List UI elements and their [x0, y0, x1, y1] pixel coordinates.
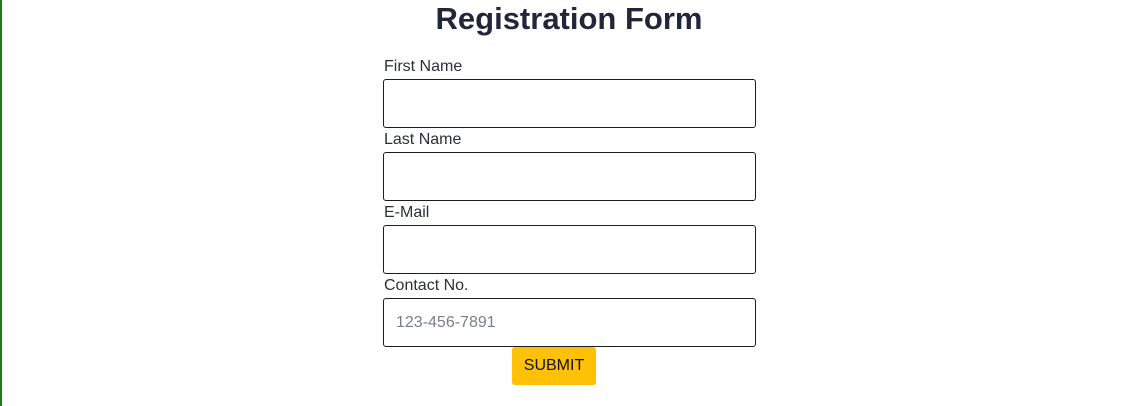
first-name-group: First Name	[383, 56, 756, 129]
last-name-label: Last Name	[384, 131, 462, 148]
registration-form: First Name Last Name E-Mail Contact No.	[383, 56, 756, 348]
email-group: E-Mail	[383, 202, 756, 275]
first-name-label: First Name	[384, 58, 463, 75]
email-label: E-Mail	[384, 204, 430, 221]
first-name-input[interactable]	[383, 79, 756, 128]
page-title: Registration Form	[435, 1, 703, 36]
submit-button[interactable]: SUBMIT	[512, 347, 596, 385]
email-input[interactable]	[383, 225, 756, 274]
page-left-border	[0, 0, 2, 406]
contact-number-label: Contact No.	[384, 277, 469, 294]
contact-number-group: Contact No.	[383, 275, 756, 348]
contact-number-input[interactable]	[383, 298, 756, 347]
last-name-input[interactable]	[383, 152, 756, 201]
last-name-group: Last Name	[383, 129, 756, 202]
